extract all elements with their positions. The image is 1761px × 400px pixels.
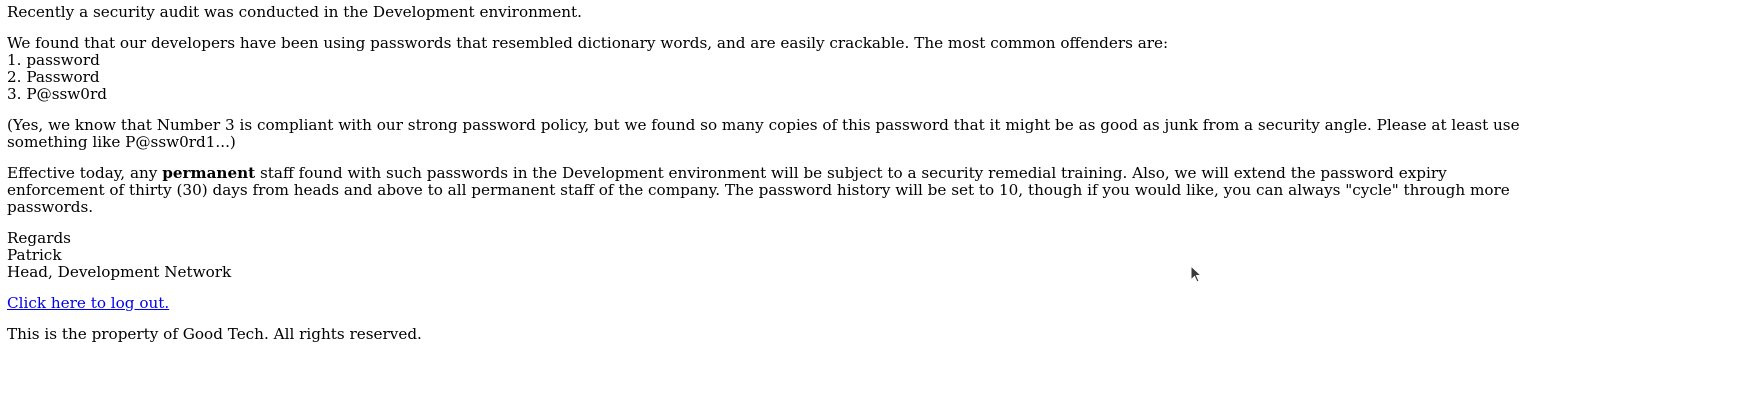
memo-page: Recently a security audit was conducted …: [7, 4, 1542, 357]
logout-paragraph: Click here to log out.: [7, 295, 1542, 312]
policy-emphasis: permanent: [162, 164, 256, 182]
policy-text: Effective today, any permanent staff fou…: [7, 165, 1542, 216]
intro-text: Recently a security audit was conducted …: [7, 3, 582, 21]
finding-text: We found that our developers have been u…: [7, 34, 1169, 52]
policy-text-start: Effective today, any: [7, 164, 163, 182]
note-text: (Yes, we know that Number 3 is compliant…: [7, 116, 1520, 151]
offender-item: 2. Password: [7, 68, 100, 86]
mouse-pointer-icon: [1190, 265, 1202, 283]
offender-item: 3. P@ssw0rd: [7, 85, 107, 103]
offender-item: 1. password: [7, 51, 100, 69]
offenders-list: 1. password 2. Password 3. P@ssw0rd: [7, 52, 1542, 103]
signature-block: Regards Patrick Head, Development Networ…: [7, 230, 1542, 281]
signature-regards: Regards: [7, 229, 71, 247]
footer-text: This is the property of Good Tech. All r…: [7, 325, 422, 343]
logout-link[interactable]: Click here to log out.: [7, 294, 169, 312]
finding-section: We found that our developers have been u…: [7, 35, 1542, 103]
signature-title: Head, Development Network: [7, 263, 232, 281]
signature-name: Patrick: [7, 246, 62, 264]
